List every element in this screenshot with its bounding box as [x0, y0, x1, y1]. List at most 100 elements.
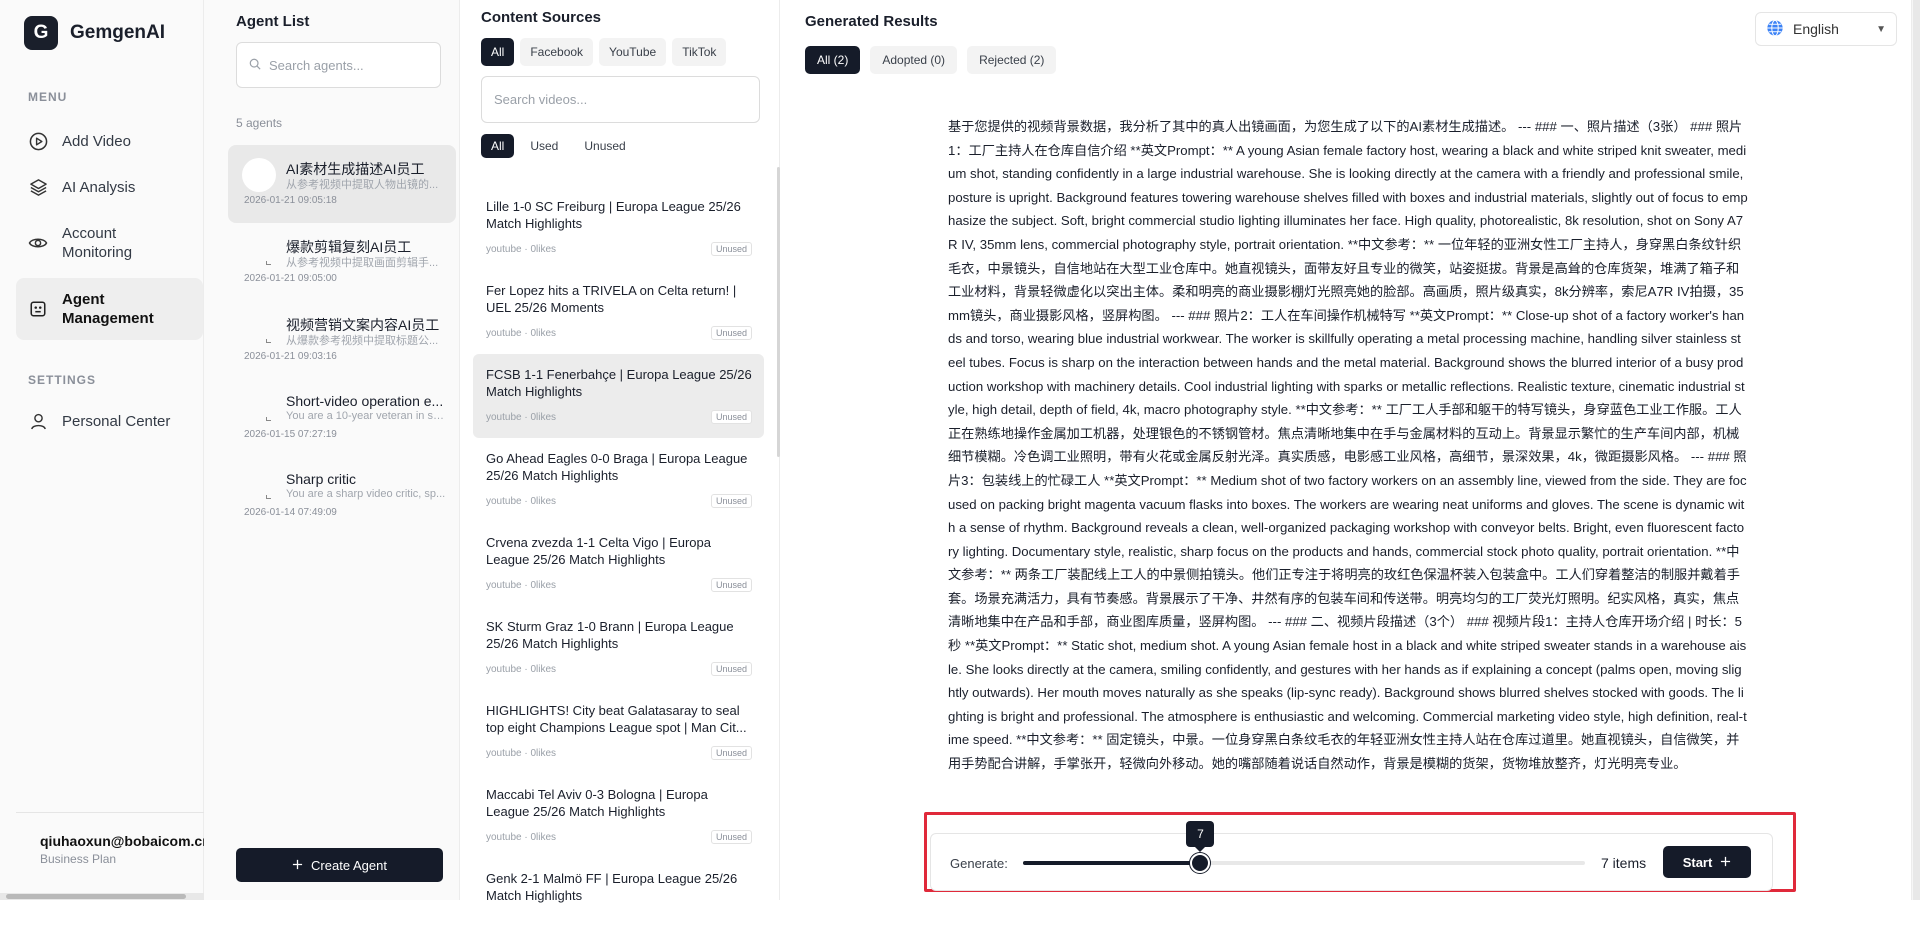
- platform-tabs: All Facebook YouTube TikTok: [481, 38, 727, 66]
- layers-icon: [28, 177, 48, 197]
- video-item[interactable]: Go Ahead Eagles 0-0 Braga | Europa Leagu…: [473, 438, 764, 522]
- sources-panel: Content Sources All Facebook YouTube Tik…: [460, 0, 780, 903]
- video-list: Lille 1-0 SC Freiburg | Europa League 25…: [473, 186, 764, 942]
- tab-unused[interactable]: Unused: [574, 134, 635, 158]
- generate-slider[interactable]: 7: [1023, 821, 1585, 873]
- video-item[interactable]: SK Sturm Graz 1-0 Brann | Europa League …: [473, 606, 764, 690]
- agent-item[interactable]: Short-video operation e... You are a 10-…: [228, 379, 456, 457]
- status-badge: Unused: [710, 746, 752, 760]
- brand[interactable]: G GemgenAI: [24, 16, 165, 50]
- video-item[interactable]: Lille 1-0 SC Freiburg | Europa League 25…: [473, 186, 764, 270]
- create-agent-button[interactable]: Create Agent: [236, 848, 443, 882]
- plus-icon: [1720, 855, 1731, 870]
- results-panel-title: Generated Results: [805, 13, 938, 30]
- video-meta: youtube · 0likes: [486, 412, 557, 423]
- play-circle-icon: [28, 131, 48, 151]
- status-badge: Unused: [710, 410, 752, 424]
- agent-date: 2026-01-15 07:27:19: [244, 429, 337, 440]
- agent-item[interactable]: 视频营销文案内容AI员工 从爆款参考视频中提取标题公... 2026-01-21…: [228, 301, 456, 379]
- nav-label: Personal Center: [62, 412, 171, 430]
- user-icon: [28, 411, 48, 431]
- video-item[interactable]: Genk 2-1 Malmö FF | Europa League 25/26 …: [473, 858, 764, 942]
- video-title: SK Sturm Graz 1-0 Brann | Europa League …: [486, 619, 734, 651]
- generate-count: 7 items: [1601, 855, 1647, 871]
- agent-desc: 从参考视频中提取画面剪辑手...: [286, 257, 439, 269]
- nav-ai-analysis[interactable]: AI Analysis: [16, 170, 203, 204]
- video-title: Genk 2-1 Malmö FF | Europa League 25/26 …: [486, 871, 738, 903]
- nav-account-monitoring[interactable]: Account Monitoring: [16, 218, 203, 268]
- video-item[interactable]: Crvena zvezda 1-1 Celta Vigo | Europa Le…: [473, 522, 764, 606]
- agent-item[interactable]: Sharp critic You are a sharp video criti…: [228, 457, 456, 535]
- video-title: HIGHLIGHTS! City beat Galatasaray to sea…: [486, 703, 747, 735]
- tab-facebook[interactable]: Facebook: [520, 38, 594, 66]
- tab-adopted[interactable]: Adopted (0): [870, 46, 958, 74]
- slider-thumb[interactable]: [1190, 853, 1211, 873]
- tab-results-all[interactable]: All (2): [805, 46, 861, 74]
- results-scrollbar[interactable]: [1911, 0, 1920, 900]
- status-badge: Unused: [710, 578, 752, 592]
- language-label: English: [1793, 21, 1839, 37]
- result-content: 基于您提供的视频背景数据，我分析了其中的真人出镜画面，为您生成了以下的AI素材生…: [948, 119, 1748, 772]
- avatar: [242, 158, 276, 192]
- search-icon: [249, 58, 261, 73]
- nav-agent-management[interactable]: Agent Management: [16, 278, 203, 340]
- nav-add-video[interactable]: Add Video: [16, 124, 203, 158]
- agent-search-input[interactable]: Search agents...: [236, 42, 441, 88]
- status-badge: Unused: [710, 242, 752, 256]
- video-meta: youtube · 0likes: [486, 664, 557, 675]
- user-block[interactable]: qiuhaoxun@bobaicom.cn Business Plan: [16, 812, 211, 866]
- nav-personal-center[interactable]: Personal Center: [16, 404, 203, 438]
- tab-youtube[interactable]: YouTube: [599, 38, 667, 66]
- video-meta: youtube · 0likes: [486, 328, 557, 339]
- agent-panel: Agent List Search agents... 5 agents AI素…: [204, 0, 460, 900]
- agents-count: 5 agents: [236, 116, 283, 130]
- video-search-placeholder: Search videos...: [494, 92, 588, 107]
- agent-icon: [28, 299, 48, 319]
- agent-date: 2026-01-14 07:49:09: [244, 507, 337, 518]
- tab-tiktok[interactable]: TikTok: [672, 38, 727, 66]
- brand-logo: G: [24, 16, 58, 50]
- video-item[interactable]: HIGHLIGHTS! City beat Galatasaray to sea…: [473, 690, 764, 774]
- agent-date: 2026-01-21 09:05:18: [244, 195, 337, 206]
- language-select[interactable]: English ▼: [1755, 12, 1897, 46]
- video-title: Fer Lopez hits a TRIVELA on Celta return…: [486, 283, 737, 315]
- settings-section-label: SETTINGS: [28, 373, 97, 387]
- start-button[interactable]: Start: [1663, 846, 1751, 878]
- chevron-down-icon: ▼: [1876, 23, 1886, 35]
- status-badge: Unused: [710, 326, 752, 340]
- agent-desc: 从参考视频中提取人物出镜的...: [286, 179, 439, 191]
- user-email: qiuhaoxun@bobaicom.cn: [40, 833, 211, 849]
- agent-desc: 从爆款参考视频中提取标题公...: [286, 335, 439, 347]
- video-title: Crvena zvezda 1-1 Celta Vigo | Europa Le…: [486, 535, 711, 567]
- tab-rejected[interactable]: Rejected (2): [967, 46, 1057, 74]
- video-title: Maccabi Tel Aviv 0-3 Bologna | Europa Le…: [486, 787, 708, 819]
- menu-section-label: MENU: [28, 90, 68, 104]
- video-item[interactable]: Fer Lopez hits a TRIVELA on Celta return…: [473, 270, 764, 354]
- horizontal-scrollbar[interactable]: [0, 893, 204, 900]
- tab-usage-all[interactable]: All: [481, 134, 515, 158]
- tab-used[interactable]: Used: [520, 134, 568, 158]
- video-meta: youtube · 0likes: [486, 832, 557, 843]
- video-search-input[interactable]: Search videos...: [481, 76, 760, 123]
- generate-bar: Generate: 7 7 items Start: [930, 821, 1773, 891]
- avatar: [266, 261, 274, 269]
- start-label: Start: [1682, 854, 1713, 870]
- video-item[interactable]: FCSB 1-1 Fenerbahçe | Europa League 25/2…: [473, 354, 764, 438]
- video-item[interactable]: Maccabi Tel Aviv 0-3 Bologna | Europa Le…: [473, 774, 764, 858]
- nav-label: Add Video: [62, 132, 131, 150]
- agent-name: Short-video operation e...: [286, 393, 444, 409]
- video-meta: youtube · 0likes: [486, 496, 557, 507]
- avatar: [266, 495, 274, 503]
- agent-item[interactable]: AI素材生成描述AI员工 从参考视频中提取人物出镜的... 2026-01-21…: [228, 145, 456, 223]
- sidebar: G GemgenAI MENU Add Video AI Analysis Ac…: [0, 0, 211, 900]
- nav-label: Agent Management: [62, 291, 154, 327]
- agent-search-placeholder: Search agents...: [269, 57, 364, 73]
- video-title: Lille 1-0 SC Freiburg | Europa League 25…: [486, 199, 741, 231]
- video-title: Go Ahead Eagles 0-0 Braga | Europa Leagu…: [486, 451, 748, 483]
- video-meta: youtube · 0likes: [486, 748, 557, 759]
- globe-icon: [1766, 19, 1784, 40]
- status-badge: Unused: [710, 662, 752, 676]
- avatar: [266, 339, 274, 347]
- tab-all[interactable]: All: [481, 38, 515, 66]
- agent-item[interactable]: 爆款剪辑复刻AI员工 从参考视频中提取画面剪辑手... 2026-01-21 0…: [228, 223, 456, 301]
